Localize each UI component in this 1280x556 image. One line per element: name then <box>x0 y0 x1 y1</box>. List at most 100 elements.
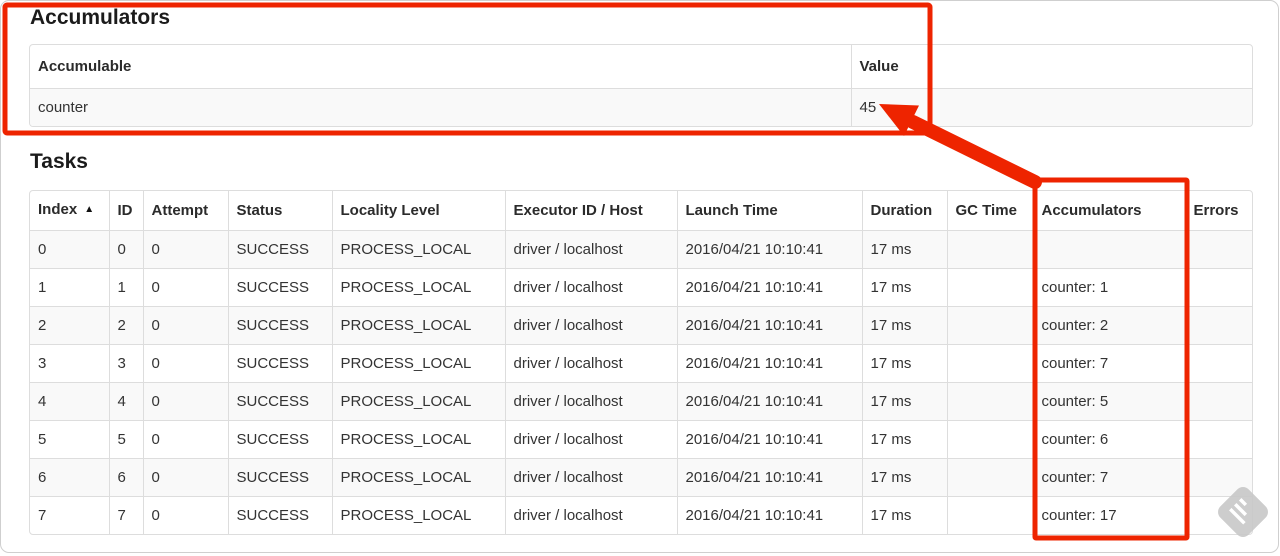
table-row: 1 1 0 SUCCESS PROCESS_LOCAL driver / localhos… <box>30 268 1252 307</box>
cell-gc-time <box>946 268 1033 307</box>
cell-errors <box>1184 420 1252 459</box>
cell-attempt: 0 <box>142 382 228 421</box>
cell-id: 5 <box>108 420 143 459</box>
sort-ascending-icon: ▲ <box>84 204 95 215</box>
column-header-attempt[interactable]: Attempt <box>142 191 228 231</box>
cell-duration: 17 ms <box>861 382 947 421</box>
cell-id: 2 <box>108 306 143 345</box>
table-row: 2 2 0 SUCCESS PROCESS_LOCAL driver / localhos… <box>30 306 1252 345</box>
table-row: counter 45 <box>30 88 1252 126</box>
accumulators-table-grid: Accumulable Value counter 45 <box>30 45 1252 126</box>
cell-index: 0 <box>30 230 109 269</box>
cell-id: 1 <box>108 268 143 307</box>
cell-accumulators: counter: 1 <box>1032 268 1185 307</box>
column-header-executor-id-host[interactable]: Executor ID / Host <box>504 191 677 231</box>
table-row: 4 4 0 SUCCESS PROCESS_LOCAL driver / localhos… <box>30 382 1252 421</box>
cell-executor-id-host: driver / localhost <box>504 344 677 383</box>
cell-launch-time: 2016/04/21 10:10:41 <box>676 382 862 421</box>
cell-index: 1 <box>30 268 109 307</box>
cell-index: 2 <box>30 306 109 345</box>
cell-launch-time: 2016/04/21 10:10:41 <box>676 496 862 534</box>
cell-executor-id-host: driver / localhost <box>504 420 677 459</box>
cell-attempt: 0 <box>142 306 228 345</box>
cell-errors <box>1184 344 1252 383</box>
cell-accumulators: counter: 7 <box>1032 458 1185 497</box>
cell-launch-time: 2016/04/21 10:10:41 <box>676 458 862 497</box>
cell-errors <box>1184 496 1252 534</box>
cell-attempt: 0 <box>142 268 228 307</box>
cell-index: 5 <box>30 420 109 459</box>
cell-gc-time <box>946 382 1033 421</box>
column-header-accumulable: Accumulable <box>38 58 132 75</box>
cell-status: SUCCESS <box>227 496 332 534</box>
column-header-accumulators[interactable]: Accumulators <box>1032 191 1185 231</box>
cell-gc-time <box>946 306 1033 345</box>
cell-duration: 17 ms <box>861 496 947 534</box>
cell-locality-level: PROCESS_LOCAL <box>331 268 505 307</box>
cell-value: 45 <box>850 88 1252 126</box>
cell-index: 3 <box>30 344 109 383</box>
cell-gc-time <box>946 496 1033 534</box>
cell-duration: 17 ms <box>861 306 947 345</box>
table-row: 3 3 0 SUCCESS PROCESS_LOCAL driver / localhos… <box>30 344 1252 383</box>
column-header-value: Value <box>850 45 1252 89</box>
table-row: 7 7 0 SUCCESS PROCESS_LOCAL driver / localhos… <box>30 496 1252 534</box>
cell-attempt: 0 <box>142 344 228 383</box>
column-header-launch-time[interactable]: Launch Time <box>676 191 862 231</box>
cell-gc-time <box>946 458 1033 497</box>
cell-id: 4 <box>108 382 143 421</box>
cell-locality-level: PROCESS_LOCAL <box>331 344 505 383</box>
cell-id: 6 <box>108 458 143 497</box>
accumulators-section-title: Accumulators <box>30 6 171 29</box>
cell-status: SUCCESS <box>227 382 332 421</box>
column-header-gc-time[interactable]: GC Time <box>946 191 1033 231</box>
cell-executor-id-host: driver / localhost <box>504 496 677 534</box>
cell-attempt: 0 <box>142 230 228 269</box>
cell-locality-level: PROCESS_LOCAL <box>331 230 505 269</box>
accumulators-table: Accumulable Value counter 45 <box>29 44 1253 127</box>
cell-locality-level: PROCESS_LOCAL <box>331 496 505 534</box>
cell-accumulators: counter: 17 <box>1032 496 1185 534</box>
table-row: 5 5 0 SUCCESS PROCESS_LOCAL driver / localhos… <box>30 420 1252 459</box>
cell-gc-time <box>946 230 1033 269</box>
tasks-table-grid: Index ▲ ID Attempt Status Locality Level Execu… <box>30 191 1252 534</box>
column-header-id[interactable]: ID <box>108 191 143 231</box>
cell-status: SUCCESS <box>227 306 332 345</box>
column-header-duration[interactable]: Duration <box>861 191 947 231</box>
cell-accumulable: counter <box>30 88 851 126</box>
column-header-status[interactable]: Status <box>227 191 332 231</box>
header-row: Accumulable Value <box>30 45 1252 89</box>
cell-launch-time: 2016/04/21 10:10:41 <box>676 344 862 383</box>
cell-status: SUCCESS <box>227 458 332 497</box>
cell-duration: 17 ms <box>861 458 947 497</box>
cell-id: 7 <box>108 496 143 534</box>
cell-executor-id-host: driver / localhost <box>504 382 677 421</box>
cell-gc-time <box>946 420 1033 459</box>
cell-errors <box>1184 458 1252 497</box>
cell-errors <box>1184 382 1252 421</box>
cell-accumulators: counter: 7 <box>1032 344 1185 383</box>
cell-id: 0 <box>108 230 143 269</box>
cell-status: SUCCESS <box>227 420 332 459</box>
cell-gc-time <box>946 344 1033 383</box>
cell-errors <box>1184 230 1252 269</box>
cell-launch-time: 2016/04/21 10:10:41 <box>676 306 862 345</box>
cell-accumulators: counter: 2 <box>1032 306 1185 345</box>
cell-errors <box>1184 306 1252 345</box>
cell-status: SUCCESS <box>227 230 332 269</box>
header-row: Index ▲ ID Attempt Status Locality Level Execu… <box>30 191 1252 231</box>
cell-id: 3 <box>108 344 143 383</box>
cell-executor-id-host: driver / localhost <box>504 268 677 307</box>
annotation-arrow-shaft <box>906 115 1042 189</box>
cell-status: SUCCESS <box>227 344 332 383</box>
cell-attempt: 0 <box>142 496 228 534</box>
cell-duration: 17 ms <box>861 420 947 459</box>
cell-attempt: 0 <box>142 458 228 497</box>
cell-attempt: 0 <box>142 420 228 459</box>
column-header-locality-level[interactable]: Locality Level <box>331 191 505 231</box>
cell-executor-id-host: driver / localhost <box>504 458 677 497</box>
column-header-errors[interactable]: Errors <box>1184 191 1252 231</box>
table-row: 6 6 0 SUCCESS PROCESS_LOCAL driver / localhos… <box>30 458 1252 497</box>
table-row: 0 0 0 SUCCESS PROCESS_LOCAL driver / localhos… <box>30 230 1252 269</box>
column-header-index[interactable]: Index ▲ <box>30 191 109 231</box>
